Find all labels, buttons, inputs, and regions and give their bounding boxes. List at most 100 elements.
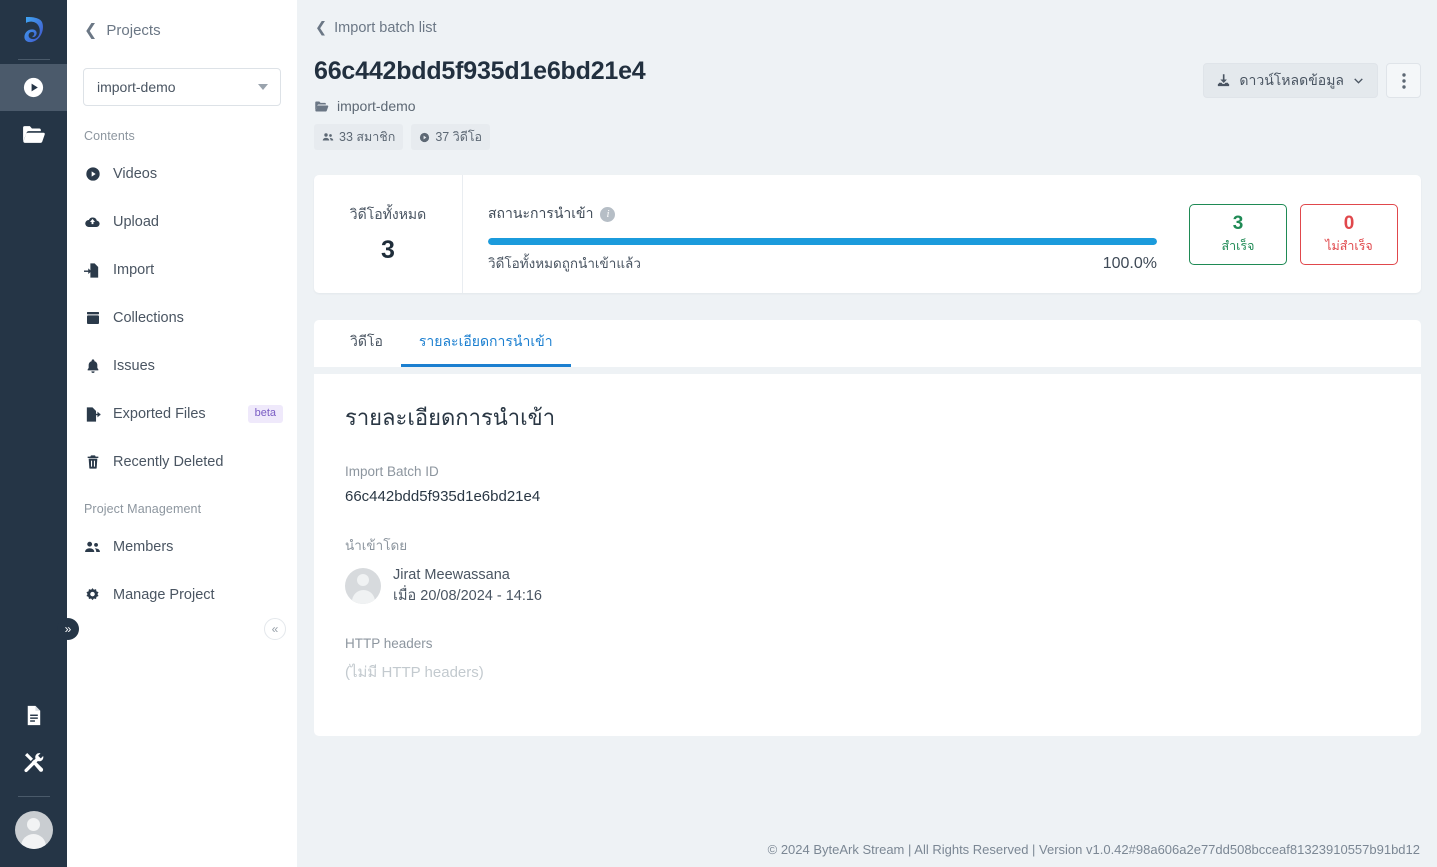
- sidebar-item-label: Import: [113, 262, 155, 278]
- total-videos-label: วิดีโอทั้งหมด: [349, 205, 427, 222]
- sidebar-item-label: Members: [113, 539, 174, 555]
- batch-id-label: Import Batch ID: [345, 464, 439, 479]
- import-details-panel: รายละเอียดการนำเข้า Import Batch ID 66c4…: [314, 374, 1421, 736]
- rail-item-projects[interactable]: [0, 111, 67, 158]
- avatar: [345, 568, 381, 605]
- rail-bottom-divider: [17, 796, 50, 797]
- sidebar-group-title-contents: Contents: [84, 129, 135, 143]
- project-line[interactable]: import-demo: [314, 98, 646, 114]
- caret-down-icon: [258, 84, 268, 90]
- sidebar-item-label: Exported Files: [113, 406, 206, 422]
- document-icon: [22, 704, 45, 727]
- file-import-icon: [84, 262, 101, 279]
- file-export-icon: [84, 406, 101, 423]
- sidebar-expander-button[interactable]: »: [57, 618, 79, 640]
- stat-box-failed[interactable]: 0 ไม่สำเร็จ: [1300, 203, 1398, 265]
- chevron-left-icon: ❮: [84, 21, 98, 39]
- byteark-logo-icon[interactable]: [0, 0, 67, 59]
- user-avatar-icon[interactable]: [14, 811, 53, 849]
- chevrons-left-icon: «: [271, 622, 279, 636]
- panel-title: รายละเอียดการนำเข้า: [345, 405, 556, 430]
- tab-import-details[interactable]: รายละเอียดการนำเข้า: [400, 320, 571, 367]
- trash-icon: [84, 454, 101, 471]
- sidebar-item-issues[interactable]: Issues: [67, 349, 297, 383]
- batch-id-value: 66c442bdd5f935d1e6bd21e4: [345, 488, 541, 505]
- sidebar-item-upload[interactable]: Upload: [67, 205, 297, 239]
- collections-icon: [84, 310, 101, 327]
- users-icon: [84, 539, 101, 556]
- sidebar-collapse-button[interactable]: «: [264, 618, 286, 640]
- folder-icon: [314, 99, 329, 114]
- main-content: ❮ Import batch list 66c442bdd5f935d1e6bd…: [297, 0, 1437, 867]
- sidebar-item-import[interactable]: Import: [67, 253, 297, 287]
- progress-wrap: วิดีโอทั้งหมดถูกนำเข้าแล้ว 100.0%: [488, 238, 1157, 274]
- progress-track: [488, 238, 1157, 245]
- title-row: 66c442bdd5f935d1e6bd21e4 import-demo 33 …: [314, 57, 1421, 150]
- project-name: import-demo: [337, 98, 416, 114]
- field-imported-by: นำเข้าโดย Jirat Meewassana เมื่อ 20/08/2…: [345, 534, 1389, 607]
- stat-box-success[interactable]: 3 สำเร็จ: [1189, 203, 1287, 265]
- sidebar-item-exported-files[interactable]: Exported Files beta: [67, 397, 297, 431]
- sidebar-back-projects[interactable]: ❮ Projects: [67, 18, 297, 39]
- sidebar-item-label: Manage Project: [113, 587, 215, 603]
- progress-note: วิดีโอทั้งหมดถูกนำเข้าแล้ว: [488, 256, 641, 271]
- sidebar-item-recently-deleted[interactable]: Recently Deleted: [67, 445, 297, 479]
- field-http-headers: HTTP headers (ไม่มี HTTP headers): [345, 636, 1389, 684]
- breadcrumb-label: Import batch list: [334, 20, 437, 36]
- imported-by-user: Jirat Meewassana เมื่อ 20/08/2024 - 14:1…: [345, 565, 1389, 607]
- total-videos-value: 3: [381, 235, 395, 264]
- imported-by-date: เมื่อ 20/08/2024 - 14:16: [393, 588, 542, 605]
- field-batch-id: Import Batch ID 66c442bdd5f935d1e6bd21e4: [345, 464, 1389, 505]
- sidebar-item-label: Upload: [113, 214, 159, 230]
- chevrons-right-icon: »: [64, 622, 72, 636]
- video-circle-icon: [419, 132, 430, 143]
- info-icon[interactable]: i: [600, 206, 616, 222]
- meta-chips: 33 สมาชิก 37 วิดีโอ: [314, 124, 646, 150]
- cloud-upload-icon: [84, 214, 101, 231]
- project-select-value: import-demo: [97, 79, 176, 95]
- footer-text: © 2024 ByteArk Stream | All Rights Reser…: [767, 842, 1420, 857]
- progress-percent: 100.0%: [1102, 255, 1157, 272]
- play-circle-icon: [22, 76, 45, 99]
- breadcrumb[interactable]: ❮ Import batch list: [314, 20, 1421, 36]
- icon-rail: [0, 0, 67, 867]
- project-select[interactable]: import-demo: [83, 68, 281, 106]
- app-root: ❮ Projects import-demo Contents Videos U…: [0, 0, 1437, 867]
- import-status-card: วิดีโอทั้งหมด 3 สถานะการนำเข้า i วิดีโอท…: [314, 175, 1421, 293]
- rail-item-docs[interactable]: [0, 692, 67, 739]
- beta-badge: beta: [247, 405, 283, 423]
- meta-chip-label: 37 วิดีโอ: [435, 130, 483, 144]
- sidebar-item-collections[interactable]: Collections: [67, 301, 297, 335]
- folder-open-icon: [21, 122, 46, 147]
- imported-by-text: Jirat Meewassana เมื่อ 20/08/2024 - 14:1…: [393, 565, 542, 607]
- sidebar-item-members[interactable]: Members: [67, 530, 297, 564]
- kebab-menu-icon: [1401, 72, 1406, 89]
- tab-videos[interactable]: วิดีโอ: [332, 320, 401, 367]
- sidebar-item-manage-project[interactable]: Manage Project: [67, 578, 297, 612]
- rail-divider: [17, 59, 50, 60]
- imported-by-label: นำเข้าโดย: [345, 538, 408, 553]
- import-status-heading: สถานะการนำเข้า i: [488, 203, 1157, 225]
- stat-failed-label: ไม่สำเร็จ: [1325, 238, 1373, 253]
- more-options-button[interactable]: [1386, 63, 1421, 98]
- progress-bar: [488, 238, 1157, 245]
- http-headers-label: HTTP headers: [345, 636, 433, 652]
- sidebar-item-label: Issues: [113, 358, 155, 374]
- play-circle-icon: [84, 166, 101, 183]
- sidebar-item-videos[interactable]: Videos: [67, 157, 297, 191]
- import-progress-block: สถานะการนำเข้า i วิดีโอทั้งหมดถูกนำเข้าแ…: [463, 175, 1179, 293]
- tools-icon: [22, 751, 46, 775]
- download-data-label: ดาวน์โหลดข้อมูล: [1239, 71, 1344, 88]
- imported-by-name: Jirat Meewassana: [393, 567, 510, 583]
- chevron-down-icon: [1352, 74, 1365, 87]
- title-actions: ดาวน์โหลดข้อมูล: [1203, 57, 1421, 98]
- progress-footer: วิดีโอทั้งหมดถูกนำเข้าแล้ว 100.0%: [488, 252, 1157, 274]
- download-icon: [1216, 73, 1231, 88]
- download-data-button[interactable]: ดาวน์โหลดข้อมูล: [1203, 63, 1378, 98]
- users-icon: [322, 131, 334, 143]
- rail-item-tools[interactable]: [0, 739, 67, 786]
- rail-item-videos[interactable]: [0, 64, 67, 111]
- meta-chip-members: 33 สมาชิก: [314, 124, 404, 150]
- tab-label: รายละเอียดการนำเข้า: [418, 333, 553, 349]
- sidebar-item-label: Recently Deleted: [113, 454, 224, 470]
